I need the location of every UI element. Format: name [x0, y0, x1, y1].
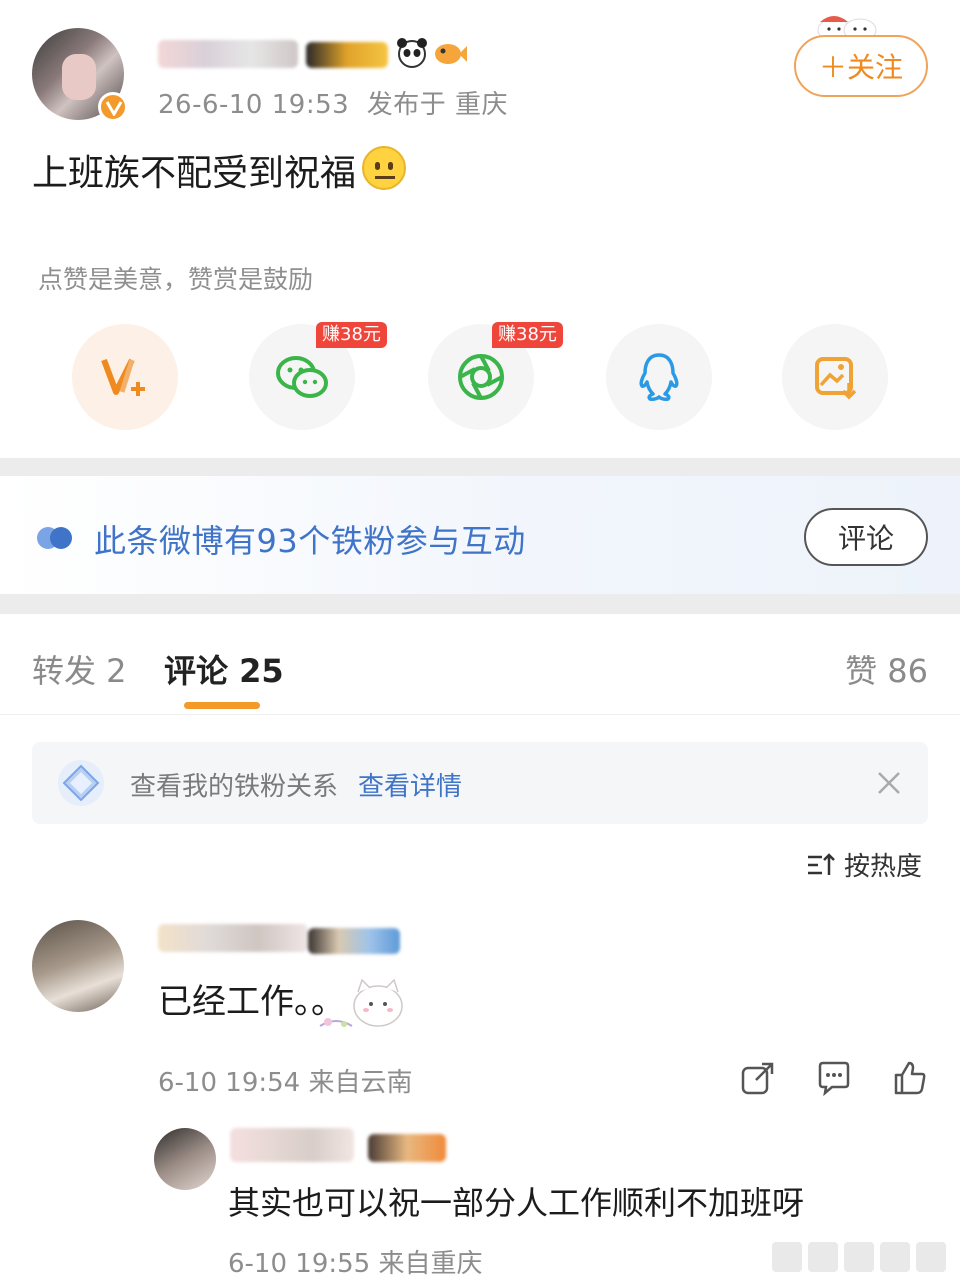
- sort-icon: [808, 852, 835, 875]
- banner-comment-button[interactable]: 评论: [804, 508, 928, 566]
- follow-button[interactable]: ＋关注: [794, 35, 928, 97]
- qq-icon: [639, 353, 679, 401]
- tab-like[interactable]: 赞 86: [845, 646, 928, 692]
- cat-sticker-icon: [316, 972, 408, 1036]
- reply-meta: 6-10 19:55 来自重庆: [228, 1249, 483, 1279]
- fan-relation-link[interactable]: 查看详情: [358, 766, 462, 803]
- save-image-button[interactable]: [782, 324, 888, 430]
- commenter-name-redacted[interactable]: [158, 924, 308, 952]
- author-name-redacted[interactable]: [158, 40, 298, 68]
- verified-badge-icon: [98, 92, 128, 122]
- tab-repost[interactable]: 转发 2: [32, 646, 127, 692]
- replier-avatar[interactable]: [154, 1128, 216, 1190]
- neutral-face-emoji-icon: [362, 146, 406, 190]
- commenter-avatar[interactable]: [32, 920, 124, 1012]
- sort-button[interactable]: 按热度: [806, 846, 922, 883]
- post-content: 上班族不配受到祝福: [32, 153, 357, 194]
- comment-meta: 6-10 19:54 来自云南: [158, 1068, 413, 1098]
- section-divider: [0, 594, 960, 614]
- tab-divider: [0, 714, 960, 715]
- close-icon[interactable]: [874, 768, 904, 798]
- panda-icon: [394, 36, 430, 68]
- active-tab-indicator: [184, 702, 260, 709]
- reward-vip-button[interactable]: [72, 324, 178, 430]
- post-meta: 26-6-10 19:53 发布于 重庆: [158, 84, 508, 121]
- commenter-badge-redacted: [308, 928, 400, 954]
- save-image-icon: [815, 357, 857, 400]
- earn-tag-wechat: 赚38元: [316, 322, 387, 348]
- fan-relation-text: 查看我的铁粉关系: [130, 772, 339, 802]
- post-location: 发布于 重庆: [366, 90, 508, 120]
- fans-interact-icon: [36, 524, 74, 552]
- share-icon[interactable]: [740, 1060, 776, 1096]
- post-time: 26-6-10 19:53: [158, 90, 350, 120]
- moments-icon: [458, 354, 504, 400]
- fish-icon: [432, 38, 468, 68]
- reward-hint: 点赞是美意，赞赏是鼓励: [38, 265, 314, 294]
- section-divider: [0, 458, 960, 476]
- diamond-icon: [56, 758, 106, 808]
- wechat-icon: [276, 356, 328, 398]
- replier-name-redacted[interactable]: [230, 1128, 354, 1162]
- share-qq-button[interactable]: [606, 324, 712, 430]
- earn-tag-moments: 赚38元: [492, 322, 563, 348]
- like-icon[interactable]: [892, 1060, 928, 1096]
- replier-badge-redacted: [368, 1134, 446, 1162]
- sort-label: 按热度: [844, 852, 923, 882]
- fans-banner-text: 此条微博有93个铁粉参与互动: [94, 522, 526, 560]
- author-badge-redacted: [306, 42, 388, 68]
- reply-text: 其实也可以祝一部分人工作顺利不加班呀: [228, 1184, 805, 1222]
- vip-plus-icon: [101, 358, 145, 396]
- tab-comment[interactable]: 评论 25: [164, 646, 284, 692]
- watermark-decoration: [772, 1242, 952, 1272]
- reply-icon[interactable]: [816, 1060, 852, 1097]
